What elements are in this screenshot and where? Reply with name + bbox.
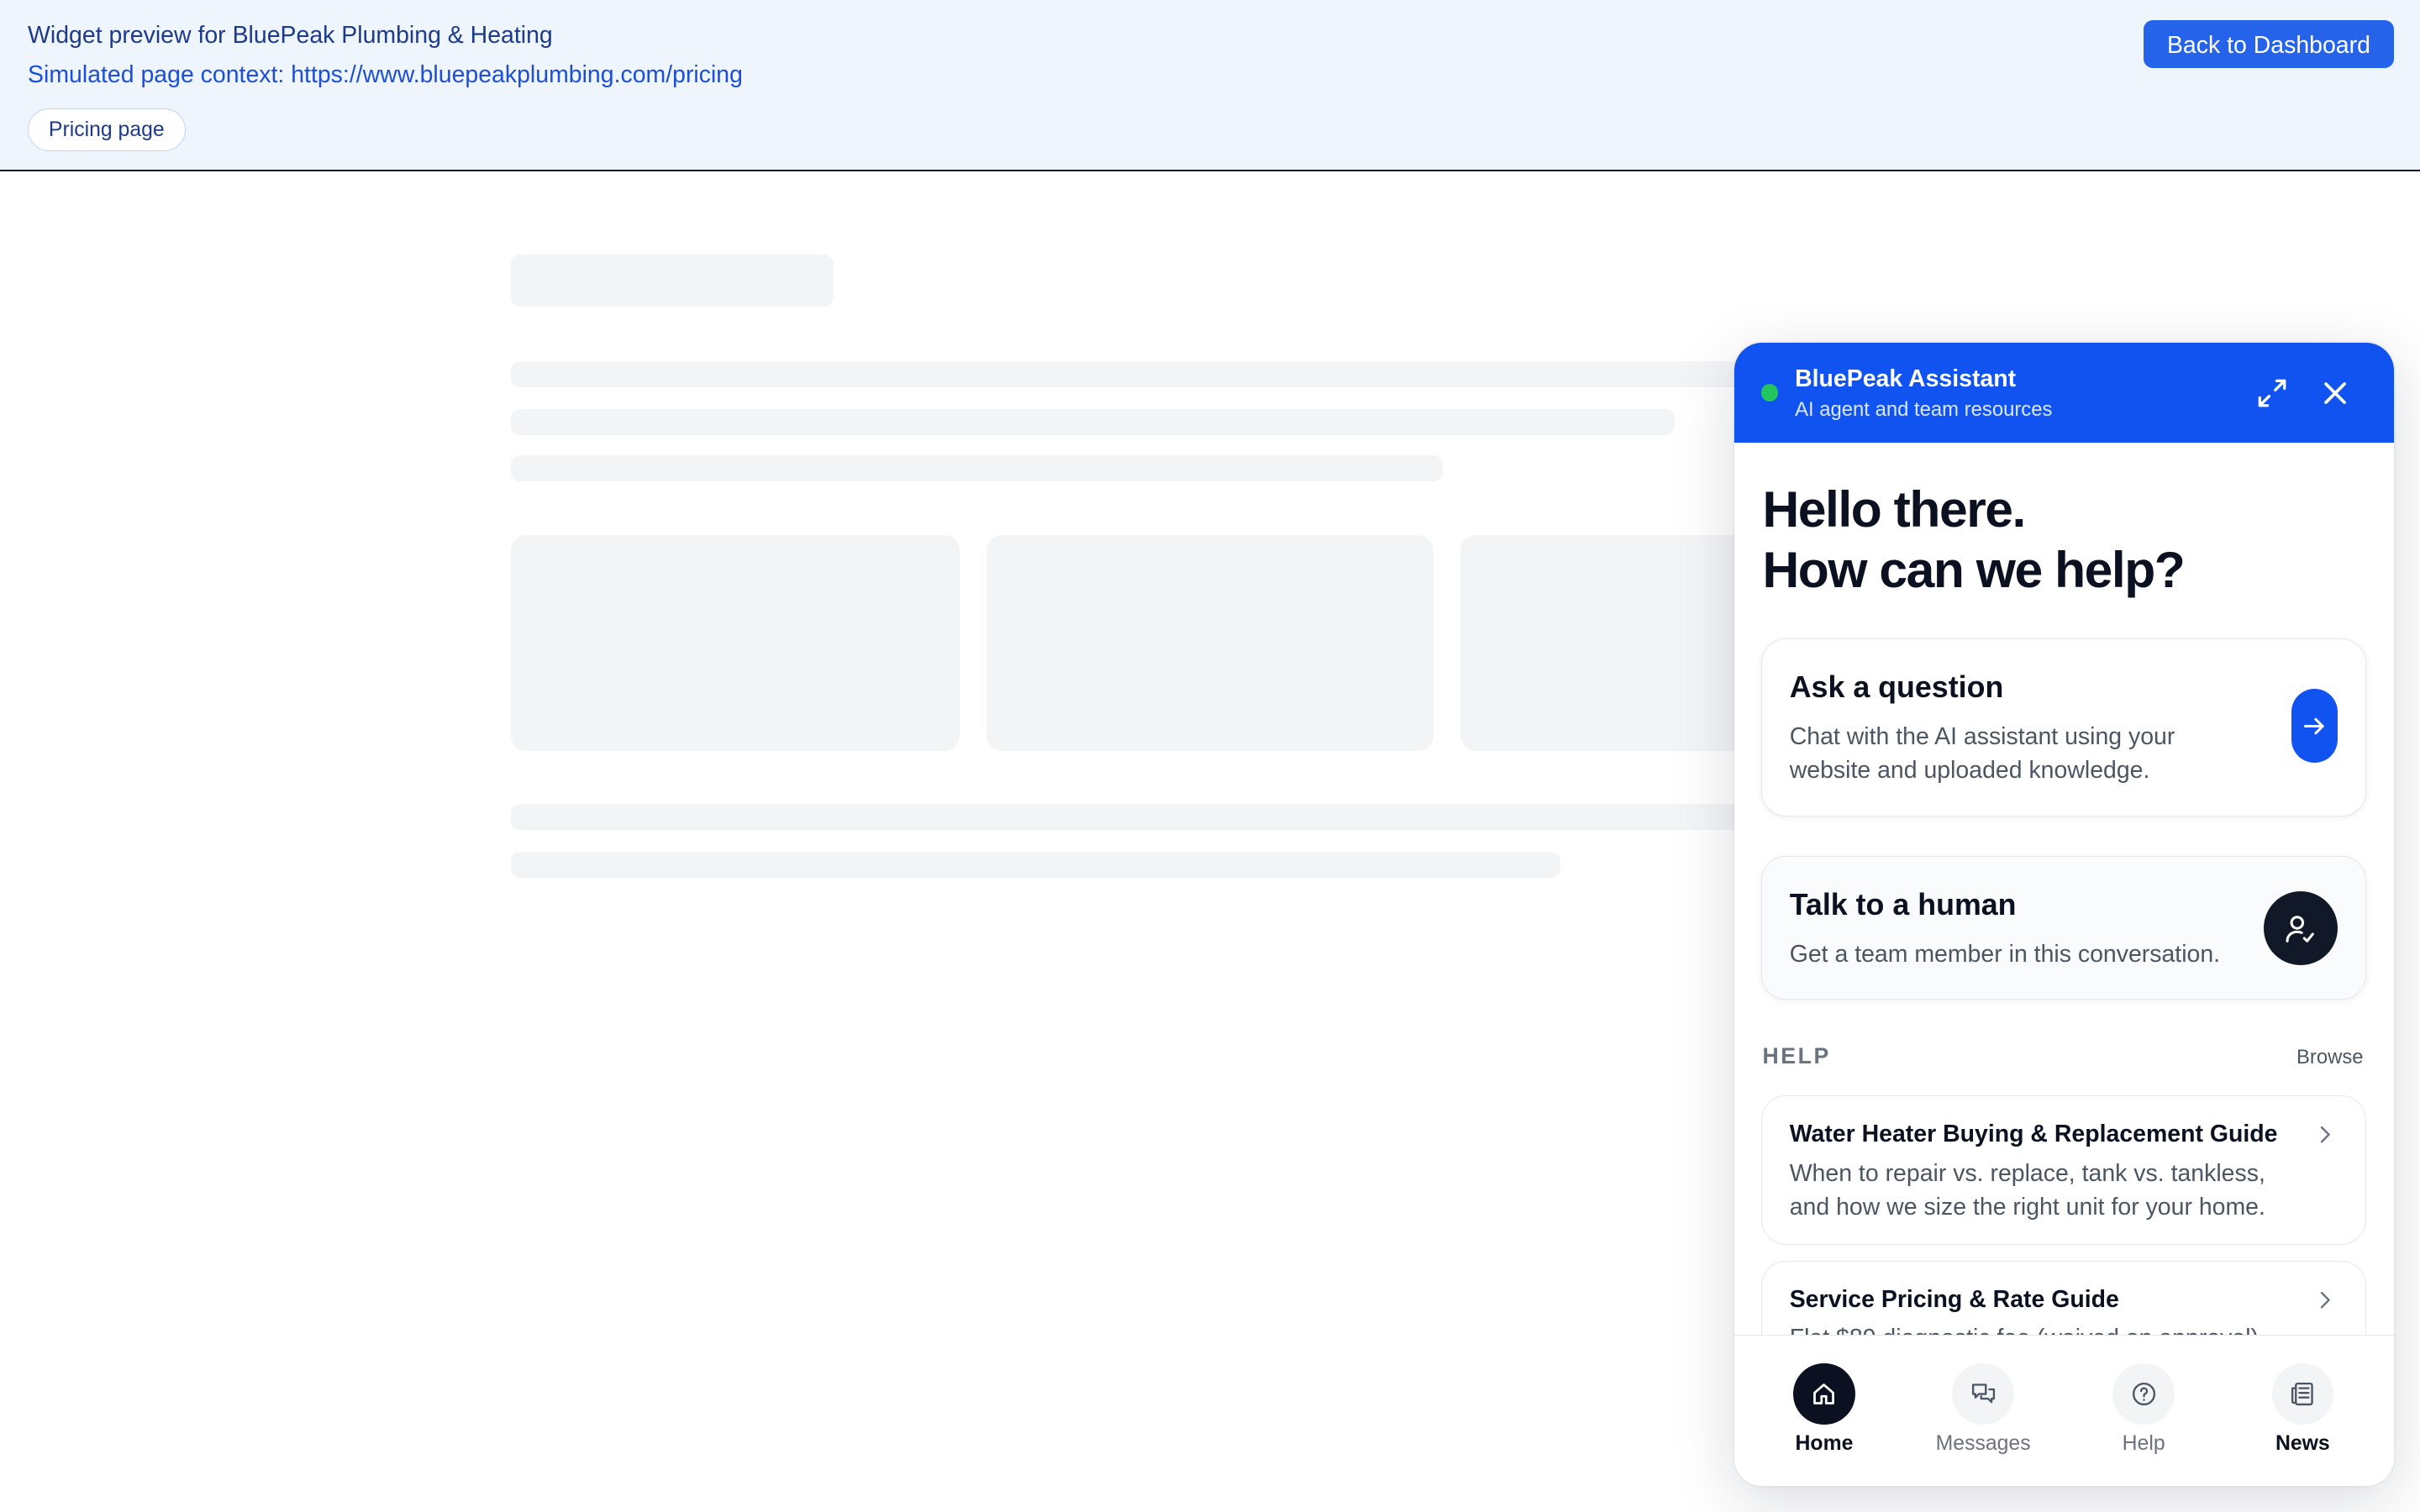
help-article-card[interactable]: Water Heater Buying & Replacement Guide … <box>1760 1095 2366 1246</box>
article-title: Water Heater Buying & Replacement Guide <box>1789 1121 2278 1148</box>
article-description: Flat $89 diagnostic fee (waived on appro… <box>1790 1321 2314 1335</box>
nav-messages-label: Messages <box>1935 1432 2031 1456</box>
messages-icon <box>1952 1362 2014 1425</box>
article-desc-line: When to repair vs. replace, tank vs. tan… <box>1789 1159 2265 1187</box>
home-icon <box>1793 1362 1855 1425</box>
assistant-subtitle: AI agent and team resources <box>1795 397 2053 421</box>
ask-question-title: Ask a question <box>1789 670 2004 705</box>
user-check-icon <box>2286 915 2315 942</box>
online-status-dot <box>1760 384 1778 402</box>
ask-question-description: Chat with the AI assistant using your we… <box>1790 720 2175 788</box>
arrow-right-icon <box>2303 717 2324 734</box>
ask-question-card[interactable]: Ask a question Chat with the AI assistan… <box>1760 638 2366 816</box>
close-icon[interactable] <box>2317 375 2354 412</box>
nav-home-label: Home <box>1795 1432 1854 1456</box>
nav-home[interactable]: Home <box>1754 1336 1893 1486</box>
nav-news[interactable]: News <box>2233 1336 2372 1486</box>
article-desc-line: and how we size the right unit for your … <box>1789 1194 2265 1221</box>
chevron-right-icon <box>2321 1126 2331 1143</box>
skeleton-card <box>986 535 1434 752</box>
greeting: Hello there. How can we help? <box>1762 480 2185 600</box>
skeleton-line <box>510 408 1675 435</box>
skeleton-card <box>510 535 960 752</box>
talk-to-human-card[interactable]: Talk to a human Get a team member in thi… <box>1760 856 2366 1000</box>
skeleton-line <box>510 851 1560 879</box>
newspaper-icon <box>2271 1362 2334 1425</box>
back-to-dashboard-button[interactable]: Back to Dashboard <box>2144 19 2394 68</box>
preview-bar: Widget preview for BluePeak Plumbing & H… <box>0 0 2420 171</box>
browse-link[interactable]: Browse <box>2296 1046 2364 1069</box>
page-context-url: Simulated page context: https://www.blue… <box>28 61 743 89</box>
ask-question-desc-line: website and uploaded knowledge. <box>1789 757 2150 785</box>
help-section-label: HELP <box>1762 1042 1831 1068</box>
talk-to-human-description: Get a team member in this conversation. <box>1789 940 2221 968</box>
article-title: Service Pricing & Rate Guide <box>1789 1285 2119 1313</box>
nav-help[interactable]: Help <box>2075 1336 2213 1486</box>
widget-header: BluePeak Assistant AI agent and team res… <box>1734 342 2394 444</box>
nav-messages[interactable]: Messages <box>1913 1336 2052 1486</box>
skeleton-heading <box>510 255 834 307</box>
ask-question-button[interactable] <box>2291 689 2338 764</box>
help-article-card[interactable]: Service Pricing & Rate Guide Flat $89 di… <box>1760 1260 2366 1335</box>
bottom-nav: Home Messages Help News <box>1734 1334 2394 1486</box>
greeting-line-2: How can we help? <box>1762 540 2185 598</box>
talk-to-human-button[interactable] <box>2263 890 2338 965</box>
greeting-line-1: Hello there. <box>1762 480 2026 538</box>
article-description: When to repair vs. replace, tank vs. tan… <box>1790 1157 2314 1225</box>
skeleton-card <box>1460 535 1769 752</box>
page-type-badge: Pricing page <box>28 108 186 151</box>
nav-help-label: Help <box>2122 1432 2165 1456</box>
help-circle-icon <box>2112 1362 2175 1425</box>
widget-body: Hello there. How can we help? Ask a ques… <box>1734 443 2393 1335</box>
nav-news-label: News <box>2275 1432 2330 1456</box>
talk-to-human-title: Talk to a human <box>1789 888 2017 922</box>
assistant-name: BluePeak Assistant <box>1795 365 2017 393</box>
skeleton-line <box>510 360 1746 387</box>
ask-question-desc-line: Chat with the AI assistant using your <box>1789 722 2175 750</box>
skeleton-line <box>510 803 1746 831</box>
chat-widget: BluePeak Assistant AI agent and team res… <box>1734 342 2394 1486</box>
expand-icon[interactable] <box>2254 375 2291 412</box>
chevron-right-icon <box>2321 1291 2331 1309</box>
preview-title: Widget preview for BluePeak Plumbing & H… <box>28 21 553 49</box>
skeleton-line <box>510 454 1444 482</box>
